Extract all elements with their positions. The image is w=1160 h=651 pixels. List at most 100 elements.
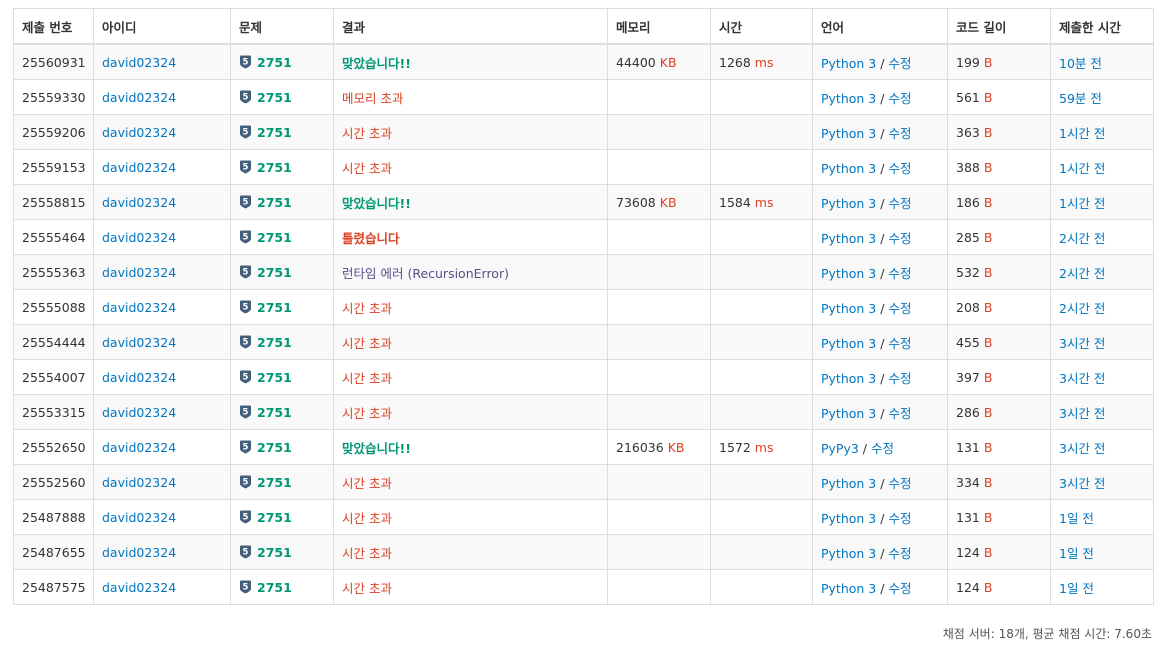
edit-link[interactable]: 수정	[888, 476, 911, 491]
language-link[interactable]: Python 3	[821, 301, 876, 316]
problem-cell: 5 2751	[230, 149, 334, 185]
tier-badge-icon: 5	[240, 230, 251, 243]
problem-link[interactable]: 2751	[257, 335, 292, 350]
user-link[interactable]: david02324	[102, 90, 176, 105]
language-link[interactable]: Python 3	[821, 476, 876, 491]
edit-link[interactable]: 수정	[888, 161, 911, 176]
problem-link[interactable]: 2751	[257, 125, 292, 140]
user-link[interactable]: david02324	[102, 335, 176, 350]
user-link[interactable]: david02324	[102, 510, 176, 525]
problem-link[interactable]: 2751	[257, 90, 292, 105]
problem-link[interactable]: 2751	[257, 55, 292, 70]
result-text: 시간 초과	[342, 300, 392, 316]
svg-text:5: 5	[243, 372, 249, 382]
problem-link[interactable]: 2751	[257, 405, 292, 420]
submitted-time-link[interactable]: 1일 전	[1059, 546, 1094, 561]
submitted-time-link[interactable]: 3시간 전	[1059, 476, 1105, 491]
table-row: 25487655 david02324 5 2751 시간 초과 Python 3…	[13, 534, 1154, 570]
tier-badge-icon: 5	[240, 195, 251, 208]
submitted-time-link[interactable]: 59분 전	[1059, 91, 1102, 106]
language-link[interactable]: Python 3	[821, 581, 876, 596]
submitted-time-link[interactable]: 3시간 전	[1059, 441, 1105, 456]
submitted-time-link[interactable]: 2시간 전	[1059, 231, 1105, 246]
edit-link[interactable]: 수정	[888, 371, 911, 386]
language-link[interactable]: Python 3	[821, 266, 876, 281]
edit-link[interactable]: 수정	[888, 196, 911, 211]
edit-link[interactable]: 수정	[888, 511, 911, 526]
problem-link[interactable]: 2751	[257, 265, 292, 280]
edit-link[interactable]: 수정	[888, 91, 911, 106]
user-link[interactable]: david02324	[102, 195, 176, 210]
language-link[interactable]: Python 3	[821, 231, 876, 246]
problem-link[interactable]: 2751	[257, 160, 292, 175]
submitted-time-link[interactable]: 3시간 전	[1059, 406, 1105, 421]
code-length-unit: B	[983, 194, 993, 210]
time-value: 1268	[719, 54, 755, 70]
problem-link[interactable]: 2751	[257, 475, 292, 490]
language-link[interactable]: Python 3	[821, 406, 876, 421]
user-link[interactable]: david02324	[102, 300, 176, 315]
language-cell: Python 3 / 수정	[812, 324, 948, 360]
user-link[interactable]: david02324	[102, 125, 176, 140]
problem-cell: 5 2751	[230, 359, 334, 395]
submitted-time-link[interactable]: 1시간 전	[1059, 196, 1105, 211]
user-link[interactable]: david02324	[102, 580, 176, 595]
edit-link[interactable]: 수정	[888, 581, 911, 596]
code-length-value: 286	[956, 404, 984, 420]
language-link[interactable]: Python 3	[821, 336, 876, 351]
user-link[interactable]: david02324	[102, 55, 176, 70]
edit-link[interactable]: 수정	[888, 231, 911, 246]
edit-link[interactable]: 수정	[888, 56, 911, 71]
problem-link[interactable]: 2751	[257, 440, 292, 455]
user-link[interactable]: david02324	[102, 230, 176, 245]
problem-link[interactable]: 2751	[257, 545, 292, 560]
problem-link[interactable]: 2751	[257, 230, 292, 245]
user-link[interactable]: david02324	[102, 370, 176, 385]
language-link[interactable]: Python 3	[821, 126, 876, 141]
header-problem: 문제	[230, 8, 334, 45]
edit-link[interactable]: 수정	[888, 406, 911, 421]
edit-link[interactable]: 수정	[871, 441, 894, 456]
user-cell: david02324	[93, 254, 231, 290]
code-length-unit: B	[983, 474, 993, 490]
user-link[interactable]: david02324	[102, 475, 176, 490]
submitted-time-link[interactable]: 2시간 전	[1059, 266, 1105, 281]
submitted-time-link[interactable]: 3시간 전	[1059, 371, 1105, 386]
submitted-time-link[interactable]: 10분 전	[1059, 56, 1102, 71]
problem-link[interactable]: 2751	[257, 195, 292, 210]
user-link[interactable]: david02324	[102, 440, 176, 455]
submitted-time-link[interactable]: 2시간 전	[1059, 301, 1105, 316]
submitted-time-link[interactable]: 1시간 전	[1059, 126, 1105, 141]
edit-link[interactable]: 수정	[888, 301, 911, 316]
language-separator: /	[876, 125, 889, 141]
submitted-time-link[interactable]: 1시간 전	[1059, 161, 1105, 176]
table-row: 25552560 david02324 5 2751 시간 초과 Python 3…	[13, 464, 1154, 500]
language-link[interactable]: Python 3	[821, 91, 876, 106]
language-link[interactable]: Python 3	[821, 56, 876, 71]
submitted-time-link[interactable]: 1일 전	[1059, 581, 1094, 596]
user-link[interactable]: david02324	[102, 265, 176, 280]
submitted-time-link[interactable]: 1일 전	[1059, 511, 1094, 526]
user-link[interactable]: david02324	[102, 545, 176, 560]
language-link[interactable]: Python 3	[821, 161, 876, 176]
edit-link[interactable]: 수정	[888, 266, 911, 281]
problem-link[interactable]: 2751	[257, 370, 292, 385]
language-link[interactable]: Python 3	[821, 511, 876, 526]
language-link[interactable]: Python 3	[821, 196, 876, 211]
edit-link[interactable]: 수정	[888, 546, 911, 561]
table-row: 25487575 david02324 5 2751 시간 초과 Python 3…	[13, 569, 1154, 605]
edit-link[interactable]: 수정	[888, 336, 911, 351]
submitted-time-link[interactable]: 3시간 전	[1059, 336, 1105, 351]
problem-link[interactable]: 2751	[257, 510, 292, 525]
code-length-cell: 561 B	[947, 79, 1051, 115]
language-link[interactable]: Python 3	[821, 371, 876, 386]
result-text: 맞았습니다!!	[342, 440, 411, 456]
language-cell: Python 3 / 수정	[812, 289, 948, 325]
problem-link[interactable]: 2751	[257, 580, 292, 595]
user-link[interactable]: david02324	[102, 160, 176, 175]
edit-link[interactable]: 수정	[888, 126, 911, 141]
user-link[interactable]: david02324	[102, 405, 176, 420]
language-link[interactable]: Python 3	[821, 546, 876, 561]
problem-link[interactable]: 2751	[257, 300, 292, 315]
language-link[interactable]: PyPy3	[821, 441, 859, 456]
